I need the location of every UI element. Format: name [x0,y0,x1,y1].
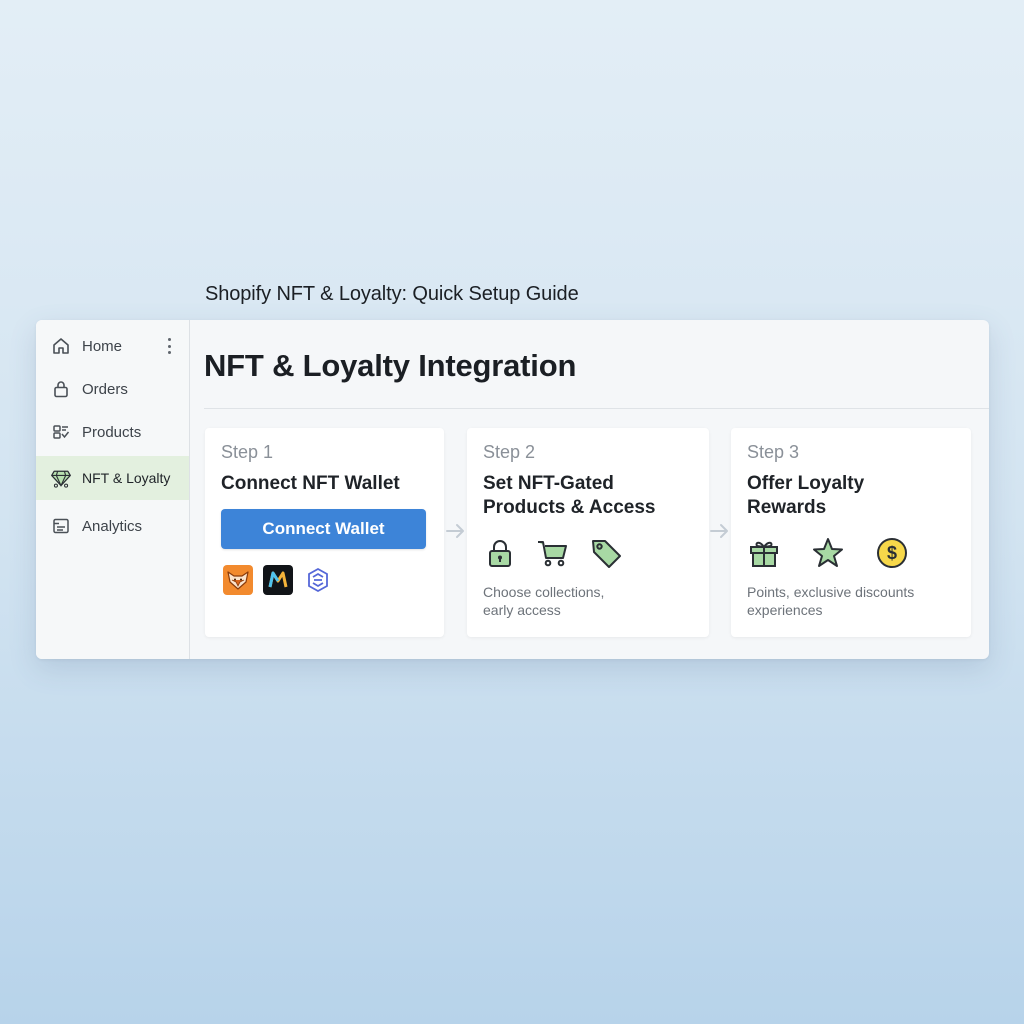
step-number: Step 2 [483,442,536,462]
header-divider [204,408,989,409]
star-icon [811,536,845,570]
m-wallet-icon[interactable] [263,565,293,595]
sidebar-item-label: Products [82,423,142,441]
step-card-2: Step 2 Set NFT-Gated Products & Access C… [467,428,709,637]
app-window: Home Orders Products NFT & Loyalty Analy… [36,320,989,659]
page-caption: Shopify NFT & Loyalty: Quick Setup Guide [205,283,579,305]
step-card-3: Step 3 Offer Loyalty Rewards $ Points, e… [731,428,971,637]
step-description: Choose collections, early access [483,584,605,618]
svg-text:$: $ [887,543,897,563]
link-wallet-icon[interactable] [303,565,333,595]
connect-wallet-button[interactable]: Connect Wallet [221,509,426,549]
lock-icon [50,378,72,400]
sidebar-item-orders[interactable]: Orders [36,367,189,411]
step-icons [483,536,623,570]
sidebar-item-analytics[interactable]: Analytics [36,504,189,548]
sidebar-item-label: Home [82,337,123,355]
step-description: Points, exclusive discounts experiences [747,584,915,618]
sidebar: Home Orders Products NFT & Loyalty Analy… [36,320,190,659]
tag-icon [589,536,623,570]
fox-wallet-icon[interactable] [223,565,253,595]
step-title: Connect NFT Wallet [221,473,400,494]
page-title: NFT & Loyalty Integration [204,348,577,383]
sidebar-item-nft-loyalty[interactable]: NFT & Loyalty [36,456,189,500]
arrow-right-icon [445,521,467,541]
step-title: Set NFT-Gated Products & Access [483,473,656,518]
coin-icon: $ [875,536,909,570]
diamond-icon [50,467,72,489]
step-number: Step 1 [221,442,274,462]
more-options-icon[interactable] [161,336,177,356]
wallet-options [223,565,333,595]
sidebar-item-home[interactable]: Home [36,324,189,368]
sidebar-item-products[interactable]: Products [36,410,189,454]
arrow-right-icon [709,521,731,541]
sidebar-item-label: Orders [82,380,128,398]
sidebar-item-label: Analytics [82,517,143,535]
cart-icon [536,536,570,570]
padlock-icon [483,536,517,570]
gift-icon [747,536,781,570]
products-icon [50,421,72,443]
step-icons: $ [747,536,909,570]
home-icon [50,335,72,357]
step-number: Step 3 [747,442,800,462]
sidebar-item-label: NFT & Loyalty [82,470,171,486]
step-title: Offer Loyalty Rewards [747,473,865,518]
step-card-1: Step 1 Connect NFT Wallet Connect Wallet [205,428,444,637]
analytics-icon [50,515,72,537]
